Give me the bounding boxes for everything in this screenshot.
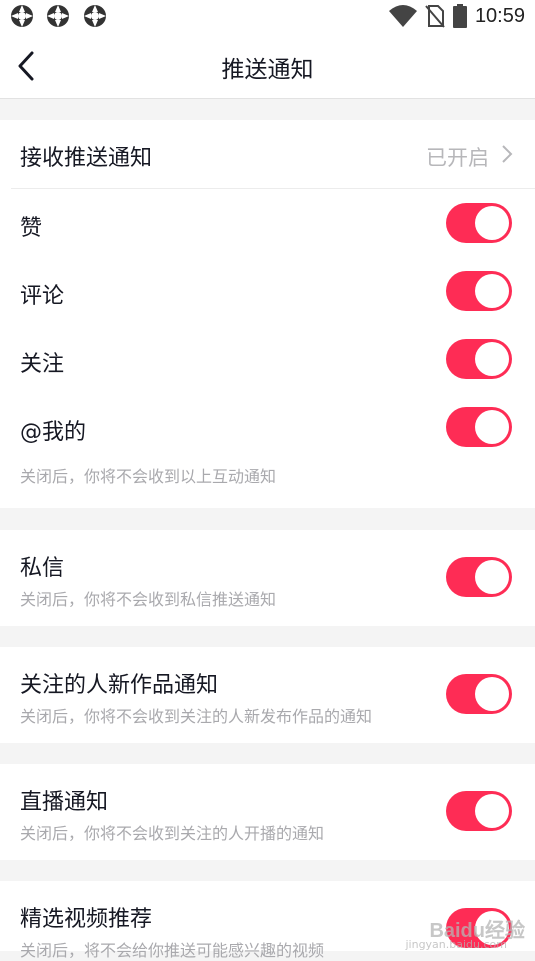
mentions-label: @我的 [20, 420, 87, 445]
setting-row-likes: 赞 [0, 190, 535, 256]
likes-label: 赞 [20, 216, 43, 241]
mentions-toggle[interactable] [446, 407, 512, 447]
follows-label: 关注 [20, 352, 65, 377]
live-toggle[interactable] [446, 791, 512, 831]
followed-works-desc: 关闭后，你将不会收到关注的人新发布作品的通知 [20, 707, 373, 726]
follows-toggle[interactable] [446, 339, 512, 379]
app-icon [11, 5, 33, 27]
wifi-icon [388, 5, 417, 27]
live-label: 直播通知 [20, 790, 109, 815]
receive-push-status: 已开启 [426, 146, 489, 170]
messages-toggle[interactable] [446, 557, 512, 597]
battery-icon [452, 4, 467, 28]
app-icon [84, 5, 106, 27]
messages-card: 私信 关闭后，你将不会收到私信推送通知 [0, 530, 535, 626]
receive-push-row[interactable]: 接收推送通知 已开启 [0, 120, 535, 188]
clock: 10:59 [474, 4, 525, 27]
messages-label: 私信 [20, 556, 65, 581]
toggle-knob [475, 342, 509, 376]
navigation-bar: 推送通知 [0, 32, 535, 99]
toggle-knob [475, 274, 509, 308]
toggle-knob [475, 677, 509, 711]
setting-row-follows: 关注 [0, 326, 535, 392]
picks-desc: 关闭后，将不会给你推送可能感兴趣的视频 [20, 941, 325, 960]
interactions-note: 关闭后，你将不会收到以上互动通知 [20, 467, 277, 486]
setting-row-comments: 评论 [0, 258, 535, 324]
chevron-right-icon [502, 145, 513, 163]
followed-works-toggle[interactable] [446, 674, 512, 714]
no-sim-icon [425, 5, 445, 28]
comments-label: 评论 [20, 284, 65, 309]
receive-push-label: 接收推送通知 [20, 146, 153, 171]
likes-toggle[interactable] [446, 203, 512, 243]
watermark-url: jingyan.baidu.com [405, 938, 507, 951]
toggle-knob [475, 206, 509, 240]
live-desc: 关闭后，你将不会收到关注的人开播的通知 [20, 824, 325, 843]
interaction-notifications-card: 接收推送通知 已开启 赞 评论 关注 @我的 关闭后，你将不会收到以上互动通知 [0, 120, 535, 508]
followed-works-card: 关注的人新作品通知 关闭后，你将不会收到关注的人新发布作品的通知 [0, 647, 535, 743]
toggle-knob [475, 560, 509, 594]
status-bar: 10:59 [0, 0, 535, 32]
divider [11, 188, 535, 189]
messages-desc: 关闭后，你将不会收到私信推送通知 [20, 590, 277, 609]
setting-row-mentions: @我的 [0, 394, 535, 460]
comments-toggle[interactable] [446, 271, 512, 311]
toggle-knob [475, 794, 509, 828]
app-icon [47, 5, 69, 27]
live-card: 直播通知 关闭后，你将不会收到关注的人开播的通知 [0, 764, 535, 860]
toggle-knob [475, 410, 509, 444]
picks-label: 精选视频推荐 [20, 907, 153, 932]
followed-works-label: 关注的人新作品通知 [20, 673, 219, 698]
page-title: 推送通知 [221, 57, 314, 83]
